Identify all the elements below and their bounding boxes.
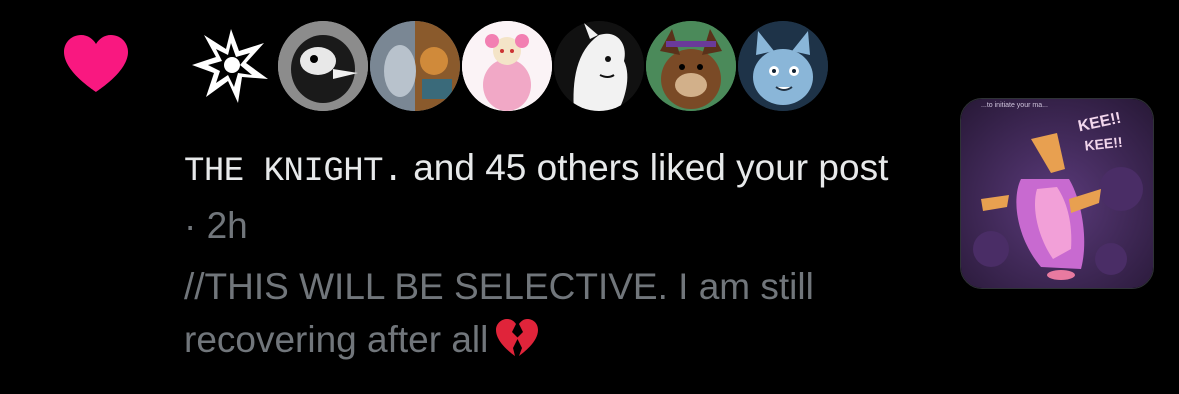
notification-headline: THE KNIGHT. and 45 others liked your pos… bbox=[184, 141, 904, 252]
broken-heart-icon bbox=[496, 319, 539, 356]
avatar[interactable] bbox=[462, 21, 552, 111]
actor-name[interactable]: THE KNIGHT. bbox=[184, 153, 403, 191]
avatar[interactable] bbox=[186, 21, 276, 111]
liked-text: and 45 others liked your post bbox=[402, 147, 889, 188]
avatar[interactable] bbox=[646, 21, 736, 111]
post-preview: //THIS WILL BE SELECTIVE. I am still rec… bbox=[184, 260, 904, 366]
post-thumbnail[interactable]: ...to initiate your ma... KEE!! KEE!! bbox=[960, 98, 1154, 289]
avatar[interactable] bbox=[554, 21, 644, 111]
thumbnail-caption-top: ...to initiate your ma... bbox=[981, 102, 1048, 109]
like-notification[interactable]: THE KNIGHT. and 45 others liked your pos… bbox=[0, 0, 1179, 394]
avatar[interactable] bbox=[370, 21, 460, 111]
avatar[interactable] bbox=[738, 21, 828, 111]
notification-text[interactable]: THE KNIGHT. and 45 others liked your pos… bbox=[184, 141, 904, 366]
timestamp: 2h bbox=[206, 205, 248, 246]
heart-icon bbox=[64, 35, 128, 92]
separator: · bbox=[184, 205, 207, 246]
avatar[interactable] bbox=[278, 21, 368, 111]
